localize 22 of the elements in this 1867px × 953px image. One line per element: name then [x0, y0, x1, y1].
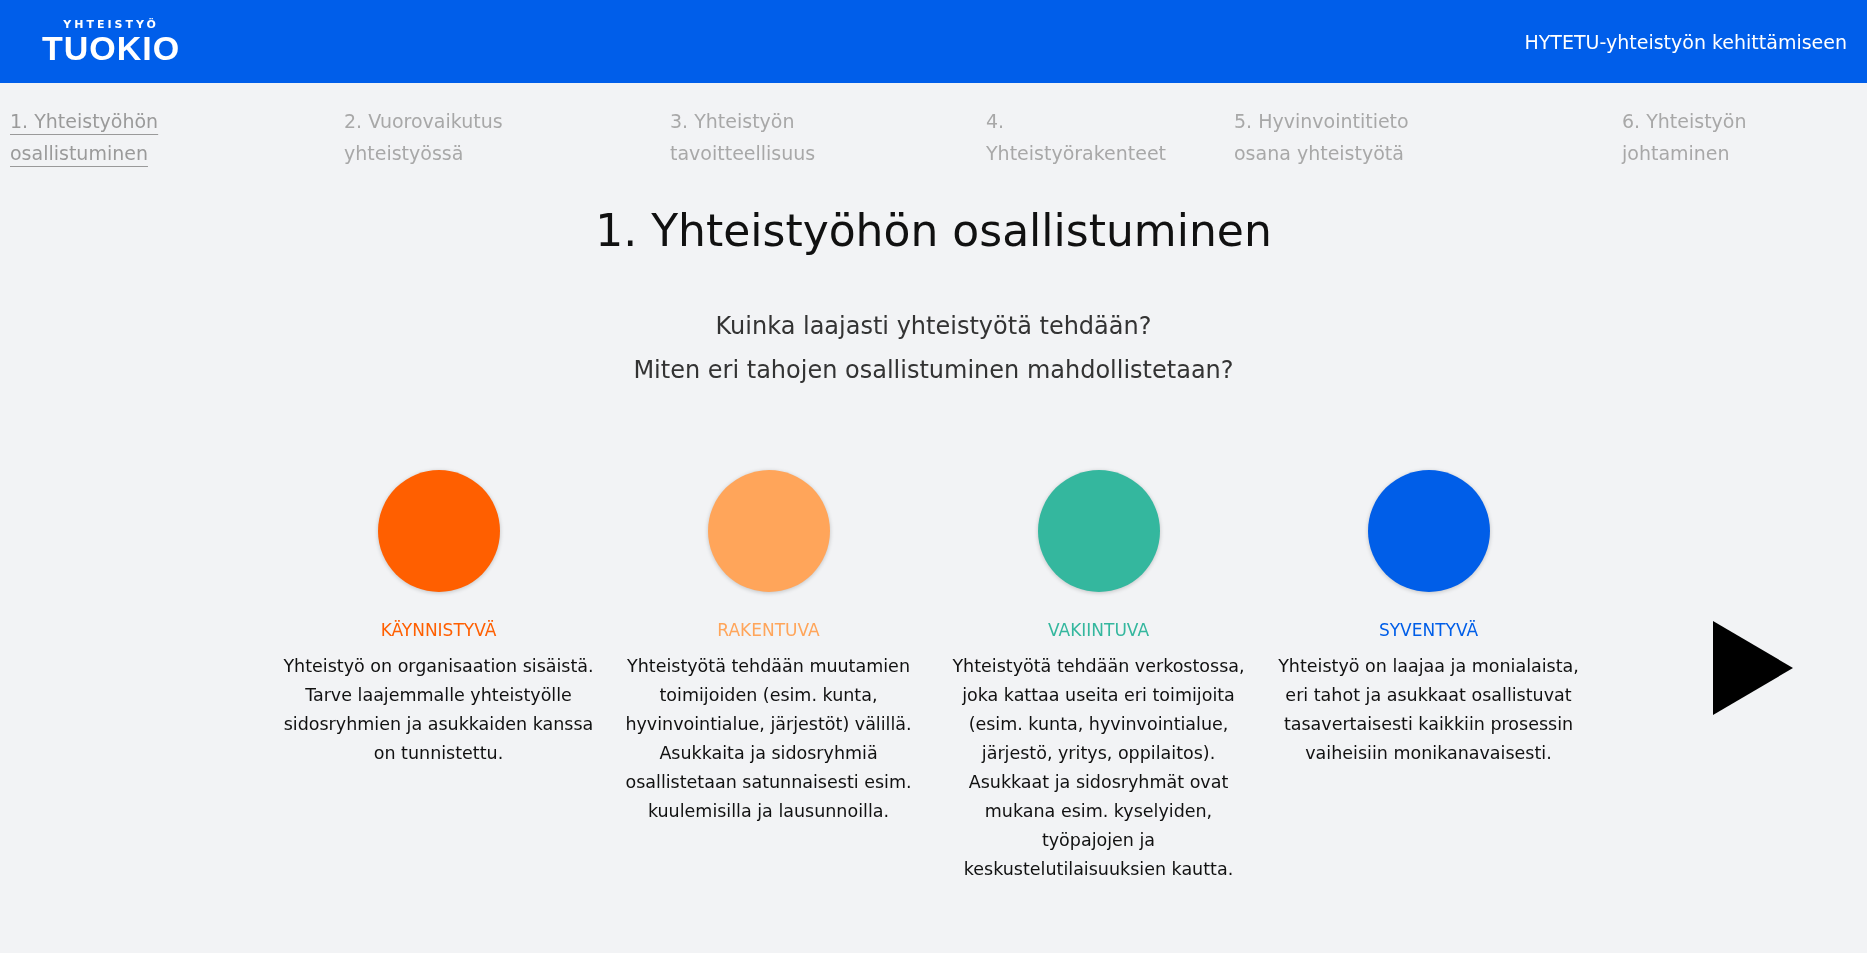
site-title: HYTETU-yhteistyön kehittämiseen [1524, 30, 1847, 53]
level-description: Yhteistyötä tehdään verkostossa, joka kattaa useita eri toimijoita (esim. kunta, hyvinvointialue, järjestö, yritys, oppilaitos). Asukkaat ja sidosryhmät ovat mukana esim. kyselyiden, työpajojen ja keskustelutilaisuuksien kautta. [951, 655, 1246, 881]
level-description: Yhteistyö on organisaation sisäistä. Tarve laajemmalle yhteistyölle sidosryhmien ja asukkaiden kanssa on tunnistettu. [282, 655, 595, 765]
nav-link[interactable]: 5. Hyvinvointitieto osana yhteistyötä [1234, 105, 1424, 169]
nav-link[interactable]: 2. Vuorovaikutus yhteistyössä [344, 105, 534, 169]
level-name: VAKIINTUVA [1047, 620, 1150, 640]
nav-link[interactable]: 3. Yhteistyön tavoitteellisuus [670, 105, 860, 169]
nav-link[interactable]: 1. Yhteistyöhön osallistuminen [10, 105, 200, 169]
level-description: Yhteistyötä tehdään muutamien toimijoiden (esim. kunta, hyvinvointialue, järjestöt) välillä. Asukkaita ja sidosryhmiä osallistetaan satunnaisesti esim. kuulemisilla ja lausunnoilla. [624, 655, 913, 823]
nav-link[interactable]: 4. Yhteistyörakenteet [986, 105, 1176, 169]
question-text: Miten eri tahojen osallistuminen mahdollistetaan? [632, 356, 1235, 384]
logo-tagline: YHTEISTYÖ [63, 18, 159, 31]
level-name: RAKENTUVA [717, 620, 820, 640]
level-name: SYVENTYVÄ [1378, 620, 1479, 640]
page-heading: 1. Yhteistyöhön osallistuminen [594, 205, 1273, 256]
logo-wordmark: TUOKIO [42, 31, 181, 65]
next-button[interactable] [1712, 620, 1794, 716]
logo[interactable]: YHTEISTYÖ TUOKIO [42, 18, 181, 65]
nav-link[interactable]: 6. Yhteistyön johtaminen [1622, 105, 1812, 169]
level-name: KÄYNNISTYVÄ [380, 620, 497, 640]
level-description: Yhteistyö on laajaa ja monialaista, eri tahot ja asukkaat osallistuvat tasavertaisesti kaikkiin prosessin vaiheisiin monikanavaisesti. [1277, 655, 1580, 765]
question-text: Kuinka laajasti yhteistyötä tehdään? [714, 312, 1153, 340]
